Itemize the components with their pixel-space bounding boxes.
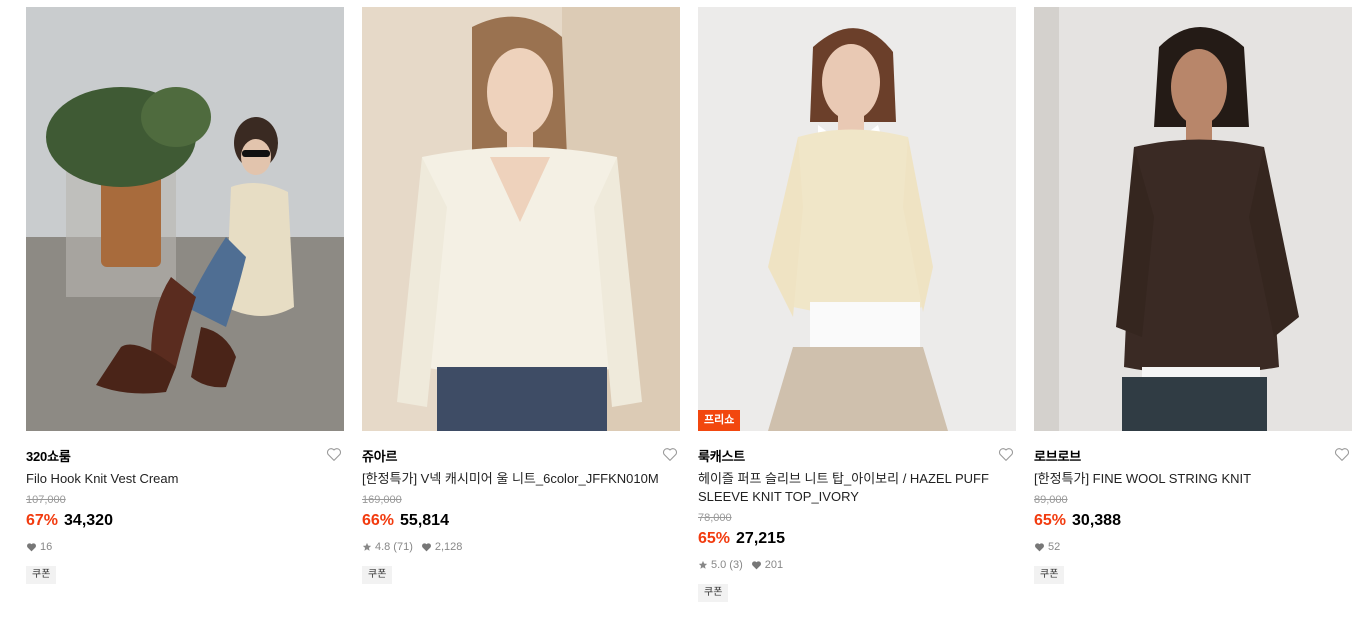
like-count: 2,128 — [434, 541, 463, 553]
coupon-badge: 쿠폰 — [698, 584, 729, 602]
like-count: 16 — [40, 541, 53, 553]
original-price: 78,000 — [698, 512, 732, 524]
preshow-badge: 프리쇼 — [698, 410, 741, 431]
brand-name[interactable]: 로브로브 — [1034, 449, 1081, 464]
sale-price: 34,320 — [64, 512, 113, 529]
star-icon — [362, 542, 372, 551]
wishlist-heart-icon[interactable] — [661, 445, 679, 463]
star-icon — [698, 560, 708, 569]
wishlist-heart-icon[interactable] — [997, 445, 1015, 463]
product-title[interactable]: 헤이즐 퍼프 슬리브 니트 탑_아이보리 / HAZEL PUFF SLEEVE… — [698, 470, 1016, 506]
product-card[interactable]: 프리쇼 룩캐스트 헤이즐 퍼프 슬리브 니트 탑_아이보리 / HAZEL PU… — [698, 7, 1016, 602]
wishlist-heart-icon[interactable] — [325, 445, 343, 463]
brand-name[interactable]: 320쇼룸 — [26, 449, 71, 464]
sale-price: 55,814 — [400, 512, 449, 529]
review-count: (3) — [729, 559, 743, 571]
review-count: (71) — [393, 541, 413, 553]
original-price: 107,000 — [26, 494, 66, 506]
like-count: 201 — [764, 559, 784, 571]
product-title[interactable]: [한정특가] FINE WOOL STRING KNIT — [1034, 470, 1352, 488]
discount-rate: 65% — [1034, 512, 1067, 529]
heart-filled-icon — [1035, 543, 1044, 552]
product-grid: 320쇼룸 Filo Hook Knit Vest Cream 107,000 … — [0, 0, 1360, 618]
discount-rate: 65% — [698, 530, 731, 547]
product-title[interactable]: [한정특가] V넥 캐시미어 울 니트_6color_JFFKN010M — [362, 470, 680, 488]
product-stats: 16 — [26, 540, 344, 554]
product-card[interactable]: 쥬아르 [한정특가] V넥 캐시미어 울 니트_6color_JFFKN010M… — [362, 7, 680, 584]
wishlist-heart-icon[interactable] — [1333, 445, 1351, 463]
heart-filled-icon — [751, 561, 761, 570]
like-count: 52 — [1048, 541, 1061, 553]
sale-price: 27,215 — [736, 530, 785, 547]
brand-name[interactable]: 룩캐스트 — [698, 449, 745, 464]
coupon-badge: 쿠폰 — [1034, 566, 1065, 584]
discount-rate: 67% — [26, 512, 59, 529]
product-stats: 4.8 (71) 2,128 — [362, 540, 680, 554]
original-price: 169,000 — [362, 494, 402, 506]
product-image[interactable] — [26, 7, 344, 431]
brand-name[interactable]: 쥬아르 — [362, 449, 397, 464]
product-card[interactable]: 320쇼룸 Filo Hook Knit Vest Cream 107,000 … — [26, 7, 344, 584]
product-title[interactable]: Filo Hook Knit Vest Cream — [26, 470, 344, 488]
product-stats: 5.0 (3) 201 — [698, 558, 1016, 572]
sale-price: 30,388 — [1072, 512, 1121, 529]
coupon-badge: 쿠폰 — [26, 566, 57, 584]
heart-filled-icon — [421, 543, 431, 552]
heart-filled-icon — [27, 543, 36, 552]
product-image[interactable] — [362, 7, 680, 431]
coupon-badge: 쿠폰 — [362, 566, 393, 584]
rating-value: 5.0 — [711, 559, 727, 571]
rating-value: 4.8 — [375, 541, 391, 553]
product-stats: 52 — [1034, 540, 1352, 554]
product-card[interactable]: 로브로브 [한정특가] FINE WOOL STRING KNIT 89,000… — [1034, 7, 1352, 584]
original-price: 89,000 — [1034, 494, 1068, 506]
product-image[interactable] — [1034, 7, 1352, 431]
discount-rate: 66% — [362, 512, 395, 529]
product-image[interactable]: 프리쇼 — [698, 7, 1016, 431]
